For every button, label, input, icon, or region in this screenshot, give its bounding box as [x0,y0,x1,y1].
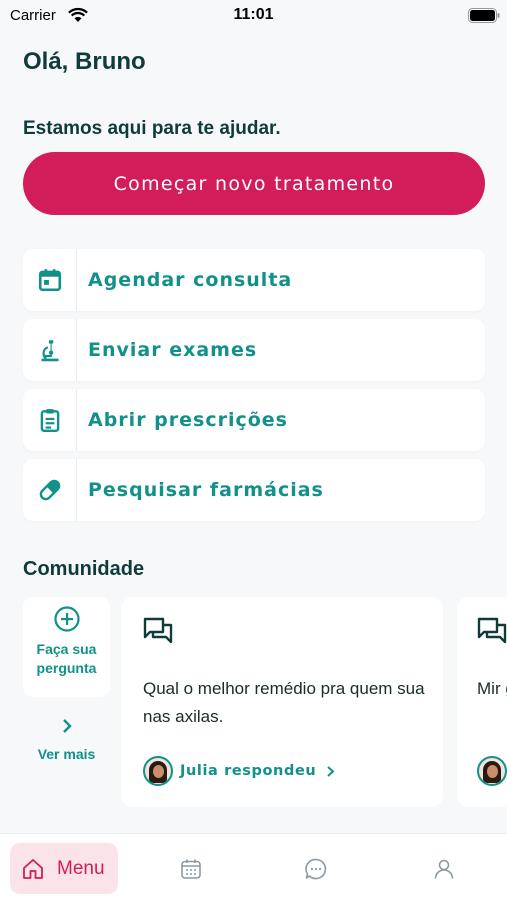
see-more-button[interactable]: Ver mais [23,718,110,762]
avatar [477,756,507,786]
action-label: Abrir prescrições [88,409,288,431]
start-treatment-button[interactable]: Começar novo tratamento [23,152,485,215]
helper-text: Estamos aqui para te ajudar. [23,118,281,139]
greeting-title: Olá, Bruno [23,48,146,75]
avatar [143,756,173,786]
clipboard-icon [40,409,59,433]
open-prescriptions-item[interactable]: Abrir prescrições [23,389,485,451]
calendar-icon[interactable] [179,857,203,881]
chevron-right-icon [62,719,72,733]
action-label: Enviar exames [88,339,258,361]
see-more-label: Ver mais [37,746,96,762]
plus-circle-icon [53,606,80,632]
action-label: Agendar consulta [88,269,293,291]
ask-question-button[interactable]: Faça sua pergunta [23,597,110,697]
profile-icon[interactable] [432,857,456,881]
pill-icon [39,479,60,501]
tab-menu-label: Menu [57,857,105,879]
search-pharmacies-item[interactable]: Pesquisar farmácias [23,459,485,521]
post-answer-link[interactable]: Julia respondeu [143,756,336,786]
send-exams-item[interactable]: Enviar exames [23,319,485,381]
quick-actions: Agendar consulta Enviar exames Abrir pre… [23,249,485,529]
battery-icon [468,8,500,23]
ask-question-label: Faça sua pergunta [36,641,97,676]
post-question: Mir gra cal [477,679,507,698]
chevron-right-icon [327,765,335,777]
post-answer-link[interactable] [477,756,507,786]
chat-icon[interactable] [304,857,328,881]
community-post-card[interactable]: Qual o melhor remédio pra quem sua nas a… [121,597,443,807]
answer-label: Julia respondeu [180,763,317,779]
chat-bubbles-icon [143,617,173,644]
community-title: Comunidade [23,558,145,580]
tab-menu[interactable]: Menu [10,843,118,894]
chat-bubbles-icon [477,617,507,644]
microscope-icon [40,340,59,362]
calendar-icon [38,269,61,292]
action-label: Pesquisar farmácias [88,479,324,501]
post-question: Qual o melhor remédio pra quem sua nas a… [143,679,425,726]
schedule-appointment-item[interactable]: Agendar consulta [23,249,485,311]
community-post-card[interactable]: Mir gra cal [457,597,507,807]
status-bar: Carrier 11:01 [0,0,507,34]
bottom-tab-bar: Menu [0,833,507,900]
clock: 11:01 [233,6,274,23]
home-icon [23,858,43,879]
